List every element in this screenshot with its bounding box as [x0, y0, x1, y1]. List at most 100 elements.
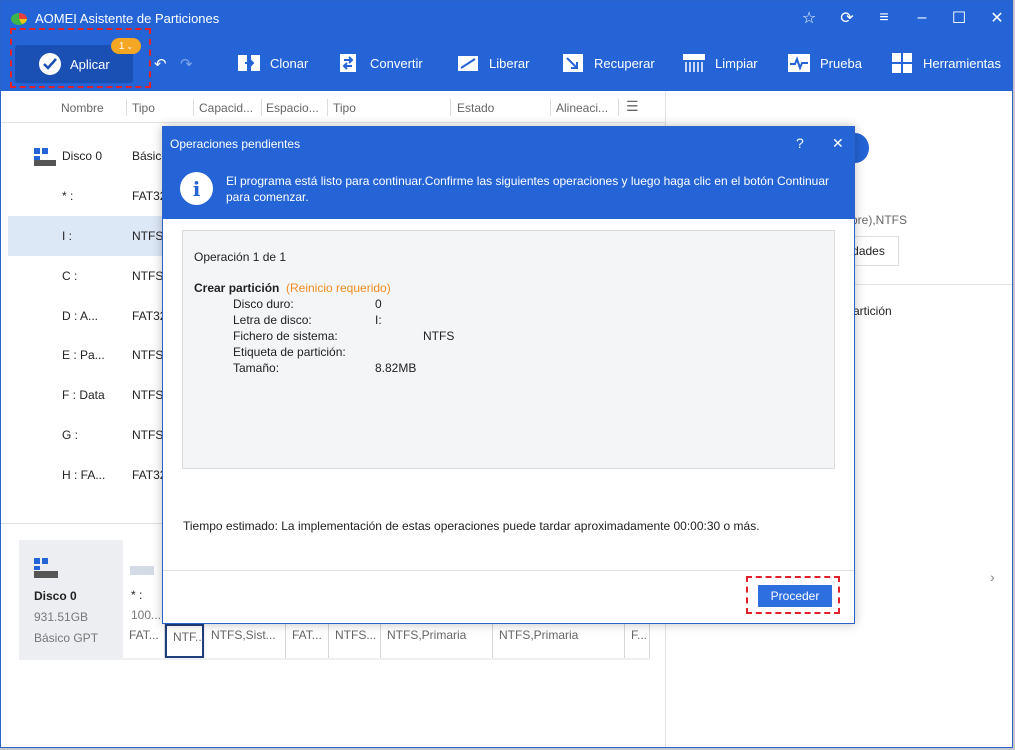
tool-tools[interactable]: Herramientas [891, 50, 1001, 76]
proceed-highlight [746, 576, 840, 614]
tool-label: Clonar [270, 55, 309, 71]
recover-icon [563, 54, 583, 72]
close-icon[interactable]: ✕ [985, 7, 1009, 29]
pending-operations-dialog: Operaciones pendientes ? ✕ i El programa… [162, 126, 855, 624]
partition-segment[interactable]: FAT... [286, 624, 329, 658]
col-status[interactable]: Estado [457, 101, 494, 115]
partition-segment[interactable]: NTFS... [329, 624, 381, 658]
title-bar: AOMEI Asistente de Particiones ☆ ⟳ ≡ – ☐… [1, 1, 1012, 35]
window-title: AOMEI Asistente de Particiones [35, 11, 220, 26]
partition-segment[interactable]: NTFS,Primaria [493, 624, 625, 658]
restart-note: (Reinicio requerido) [286, 281, 391, 295]
col-capacity[interactable]: Capacid... [199, 101, 253, 115]
dialog-close-icon[interactable]: ✕ [832, 135, 844, 152]
convert-icon [340, 54, 356, 72]
tool-label: Prueba [820, 55, 862, 71]
tools-icon [892, 53, 912, 73]
operation-counter: Operación 1 de 1 [194, 250, 287, 264]
maximize-icon[interactable]: ☐ [947, 7, 971, 29]
partition-segment[interactable]: F... [625, 624, 650, 658]
partition-label: * : [131, 588, 143, 602]
tool-label: Limpiar [715, 55, 758, 71]
partition-name: E : Pa... [62, 348, 105, 362]
field-key: Etiqueta de partición: [233, 345, 346, 359]
dialog-info-banner: i El programa está listo para continuar.… [163, 159, 854, 219]
tool-clone[interactable]: Clonar [238, 50, 308, 76]
field-value: I: [375, 313, 382, 327]
menu-icon[interactable]: ≡ [872, 7, 896, 29]
partition-segment[interactable]: NTFS,Primaria [381, 624, 493, 658]
partition-type: NTFS [132, 388, 164, 402]
star-icon[interactable]: ☆ [797, 7, 821, 29]
tool-convert[interactable]: Convertir [338, 50, 423, 76]
disk-icon [34, 148, 56, 166]
tool-test[interactable]: Prueba [788, 50, 862, 76]
operations-box: Operación 1 de 1 Crear partición (Reinic… [182, 230, 835, 469]
field-value: 8.82MB [375, 361, 417, 375]
tool-recover[interactable]: Recuperar [562, 50, 655, 76]
col-alignment[interactable]: Alineaci... [556, 101, 608, 115]
partition-name: D : A... [62, 309, 99, 323]
free-icon [458, 56, 478, 71]
col-name[interactable]: Nombre [61, 101, 104, 115]
info-text: El programa está listo para continuar.Co… [226, 174, 830, 204]
tool-label: Recuperar [594, 55, 655, 71]
col-type[interactable]: Tipo [132, 101, 155, 115]
disk-summary[interactable]: Disco 0 931.51GB Básico GPT [19, 540, 121, 660]
tool-free[interactable]: Liberar [457, 50, 529, 76]
partition-name: F : Data [62, 388, 105, 402]
app-window: AOMEI Asistente de Particiones ☆ ⟳ ≡ – ☐… [0, 0, 1013, 748]
partition-segment-selected[interactable]: NTF... [165, 624, 204, 658]
col-fs-type[interactable]: Tipo [333, 101, 356, 115]
partition-usage-bar [130, 566, 154, 575]
refresh-icon[interactable]: ⟳ [835, 7, 859, 29]
clone-icon [238, 55, 260, 71]
wipe-icon [683, 54, 705, 72]
help-icon[interactable]: ? [796, 135, 804, 151]
partition-segment[interactable]: FAT... [123, 624, 165, 658]
field-value: NTFS [423, 329, 455, 343]
tool-label: Convertir [370, 55, 423, 71]
dialog-title-bar: Operaciones pendientes ? ✕ [163, 127, 854, 159]
disk-name: Disco 0 [34, 589, 77, 603]
disk-size: 931.51GB [34, 610, 89, 624]
tool-label: Liberar [489, 55, 530, 71]
action-item[interactable]: artición [853, 304, 892, 318]
partition-type: NTFS [132, 229, 164, 243]
partition-name: G : [62, 428, 79, 442]
partition-type: NTFS [132, 269, 164, 283]
field-key: Tamaño: [233, 361, 280, 375]
col-space[interactable]: Espacio... [266, 101, 319, 115]
field-key: Disco duro: [233, 297, 294, 311]
undo-icon[interactable]: ↶ [154, 55, 167, 73]
toolbar: Aplicar 1 ⌄ ↶ ↷ Clonar Convertir Liberar … [1, 35, 1012, 91]
field-key: Fichero de sistema: [233, 329, 338, 343]
field-value: 0 [375, 297, 382, 311]
chevron-right-icon[interactable]: › [990, 569, 995, 585]
partition-name: I : [62, 229, 73, 243]
apply-highlight [10, 28, 151, 88]
operation-name: Crear partición [194, 281, 280, 295]
partition-size: 100... [131, 608, 162, 622]
dialog-title: Operaciones pendientes [170, 137, 301, 151]
partition-name: Disco 0 [62, 149, 103, 163]
disk-kind: Básico GPT [34, 631, 99, 645]
tool-label: Herramientas [923, 55, 1002, 71]
partition-name: H : FA... [62, 468, 106, 482]
partition-name: * : [62, 189, 74, 203]
tool-wipe[interactable]: Limpiar [683, 50, 758, 76]
columns-menu-icon[interactable]: ☰ [626, 98, 639, 115]
partition-segment[interactable]: NTFS,Sist... [205, 624, 286, 658]
partition-type: NTFS [132, 428, 164, 442]
column-header: Nombre Tipo Capacid... Espacio... Tipo E… [1, 91, 665, 123]
redo-icon[interactable]: ↷ [180, 55, 193, 73]
app-logo-icon [11, 13, 27, 25]
partition-fs-text: bre),NTFS [851, 213, 908, 227]
partition-type: NTFS [132, 348, 164, 362]
partition-name: C : [62, 269, 78, 283]
field-key: Letra de disco: [233, 313, 312, 327]
test-icon [788, 54, 810, 72]
minimize-icon[interactable]: – [910, 7, 934, 29]
time-estimate: Tiempo estimado: La implementación de es… [183, 519, 760, 533]
divider [163, 570, 854, 571]
